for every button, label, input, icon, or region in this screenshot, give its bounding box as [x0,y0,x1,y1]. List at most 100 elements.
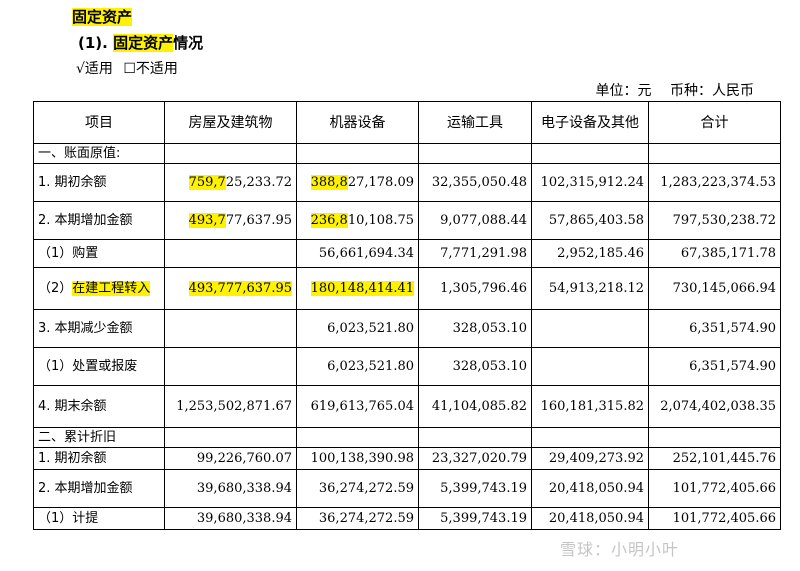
cell-value: 5,399,743.19 [418,507,532,530]
cell-value [648,427,781,448]
cell-value: 39,680,338.94 [164,469,297,508]
cell-value: 6,023,521.80 [296,347,419,386]
subsection-heading: (1). 固定资产情况 [78,32,203,53]
cell-value [418,143,532,164]
cell-value [418,427,532,448]
cell-value: 56,661,694.34 [296,239,419,268]
cell-value: 7,771,291.98 [418,239,532,268]
cell-value: 54,913,218.12 [531,267,649,310]
cell-value [164,309,297,348]
table-row: 二、累计折旧 [33,427,781,448]
row-label: 1. 期初余额 [33,447,165,470]
table-row: （2）在建工程转入 493,777,637.95 180,148,414.41 1,3… [33,267,781,310]
cell-value: 100,138,390.98 [296,447,419,470]
cell-value: 252,101,445.76 [648,447,781,470]
cell-value: 797,530,238.72 [648,201,781,240]
cell-value [531,309,649,348]
cell-value: 730,145,066.94 [648,267,781,310]
watermark: 雪球：小明小叶 [560,540,680,559]
table-row: 2. 本期增加金额 493,777,637.95 236,810,108.75 9,0… [33,201,781,240]
table-row: （1）购置 56,661,694.34 7,771,291.98 2,952,185.… [33,239,781,268]
section-heading-text: 固定资产 [72,8,133,26]
cell-value: 20,418,050.94 [531,469,649,508]
table-row: 2. 本期增加金额 39,680,338.94 36,274,272.59 5,399… [33,469,781,508]
row-label: （1）购置 [33,239,165,268]
column-header: 机器设备 [296,101,419,144]
fixed-assets-table: 项目 房屋及建筑物 机器设备 运输工具 电子设备及其他 合计 一、账面原值: 1.… [33,101,781,530]
table-row: （1）计提 39,680,338.94 36,274,272.59 5,399,743… [33,507,781,530]
cell-value: 6,351,574.90 [648,347,781,386]
cell-value: 20,418,050.94 [531,507,649,530]
applicable-option: √适用 [76,61,113,77]
row-label: 4. 期末余额 [33,385,165,428]
applicability-line: √适用 ☐不适用 [76,58,184,78]
cell-value [164,239,297,268]
cell-value [296,427,419,448]
cell-value: 57,865,403.58 [531,201,649,240]
subsection-suffix: 情况 [173,34,204,52]
column-header: 房屋及建筑物 [164,101,297,144]
row-label: 二、累计折旧 [33,427,165,448]
row-label: （1）计提 [33,507,165,530]
table-row: 4. 期末余额 1,253,502,871.67 619,613,765.04 41,… [33,385,781,428]
table-row: 1. 期初余额 99,226,760.07 100,138,390.98 23,327… [33,447,781,470]
cell-value: 5,399,743.19 [418,469,532,508]
cell-value: 2,074,402,038.35 [648,385,781,428]
table-row: （1）处置或报废 6,023,521.80 328,053.10 6,351,574.… [33,347,781,386]
row-label: 2. 本期增加金额 [33,469,165,508]
column-header: 项目 [33,101,165,144]
column-header: 电子设备及其他 [531,101,649,144]
row-label: 一、账面原值: [33,143,165,164]
cell-value: 99,226,760.07 [164,447,297,470]
cell-value: 160,181,315.82 [531,385,649,428]
cell-value [531,143,649,164]
cell-value: 180,148,414.41 [296,267,419,310]
cell-value: 102,315,912.24 [531,163,649,202]
cell-value [164,143,297,164]
cell-value: 39,680,338.94 [164,507,297,530]
table-header-row: 项目 房屋及建筑物 机器设备 运输工具 电子设备及其他 合计 [33,101,781,144]
cell-value: 1,305,796.46 [418,267,532,310]
row-label: 3. 本期减少金额 [33,309,165,348]
cell-value: 29,409,273.92 [531,447,649,470]
cell-value: 32,355,050.48 [418,163,532,202]
cell-value [648,143,781,164]
table-row: 3. 本期减少金额 6,023,521.80 328,053.10 6,351,574… [33,309,781,348]
cell-value: 493,777,637.95 [164,267,297,310]
cell-value: 67,385,171.78 [648,239,781,268]
unit-label: 单位：元 [595,83,652,99]
column-header: 合计 [648,101,781,144]
cell-value: 2,952,185.46 [531,239,649,268]
row-label: 2. 本期增加金额 [33,201,165,240]
row-label: （2）在建工程转入 [33,267,165,310]
subsection-prefix: (1). [78,34,114,52]
column-header: 运输工具 [418,101,532,144]
cell-value: 101,772,405.66 [648,469,781,508]
subsection-highlight: 固定资产 [113,34,174,52]
cell-value: 328,053.10 [418,347,532,386]
section-heading: 固定资产 [72,6,133,27]
cell-value [164,347,297,386]
cell-value: 236,810,108.75 [296,201,419,240]
cell-value: 759,725,233.72 [164,163,297,202]
cell-value: 23,327,020.79 [418,447,532,470]
cell-value [531,427,649,448]
cell-value: 388,827,178.09 [296,163,419,202]
cell-value: 101,772,405.66 [648,507,781,530]
row-label: （1）处置或报废 [33,347,165,386]
cell-value [164,427,297,448]
cell-value: 619,613,765.04 [296,385,419,428]
table-row: 一、账面原值: [33,143,781,164]
unit-line: 单位：元 币种：人民币 [582,80,754,100]
cell-value: 9,077,088.44 [418,201,532,240]
cell-value: 6,023,521.80 [296,309,419,348]
cell-value: 36,274,272.59 [296,469,419,508]
table-row: 1. 期初余额 759,725,233.72 388,827,178.09 32,35… [33,163,781,202]
cell-value: 41,104,085.82 [418,385,532,428]
cell-value: 36,274,272.59 [296,507,419,530]
currency-label: 币种：人民币 [670,83,754,99]
cell-value: 6,351,574.90 [648,309,781,348]
row-label: 1. 期初余额 [33,163,165,202]
cell-value [531,347,649,386]
cell-value: 493,777,637.95 [164,201,297,240]
